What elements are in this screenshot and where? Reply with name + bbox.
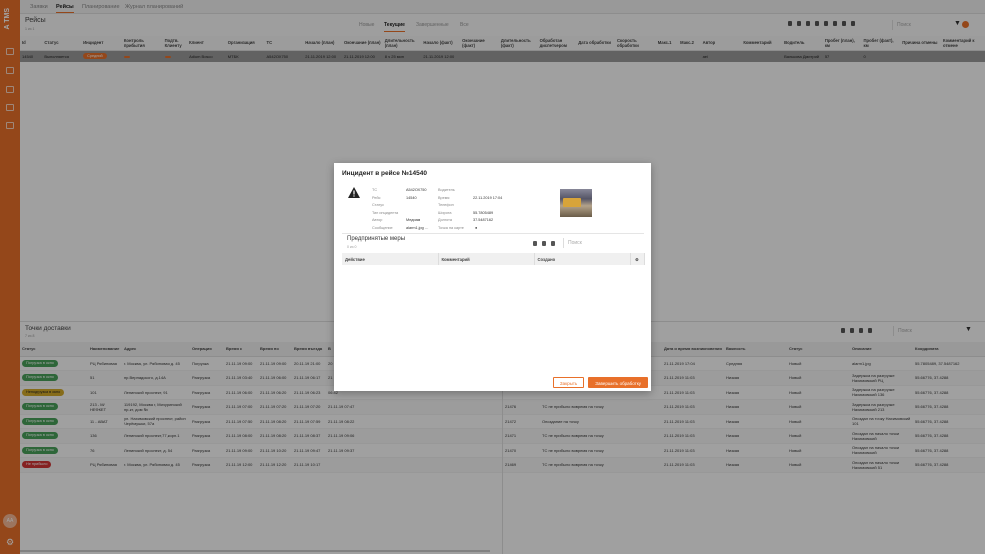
field-row: Рейс 14540 [372, 195, 417, 200]
field-value: 37.5487162 [473, 218, 494, 223]
measures-table: Действие Комментарий Создано ⚙ [342, 253, 645, 265]
column-comment[interactable]: Комментарий [438, 253, 535, 265]
field-value: Медиам [406, 218, 421, 223]
measures-search-input[interactable]: Поиск [563, 238, 623, 248]
field-label: Долгота [438, 218, 452, 223]
column-created[interactable]: Создано [534, 253, 631, 265]
field-row: Время 22.11.2019 17:04 [438, 195, 502, 200]
incident-photo[interactable] [560, 189, 592, 217]
field-label: ТС [372, 188, 378, 192]
close-button[interactable]: Закрыть [552, 377, 585, 388]
field-row: Широта 55.7805489 [438, 210, 493, 215]
field-row: Сообщение alarm1.jpg … [372, 226, 429, 230]
field-row: Точка на карте ● [438, 226, 477, 230]
map-pin-icon[interactable]: ● [475, 226, 477, 230]
field-value: 22.11.2019 17:04 [473, 195, 503, 200]
field-label: Широта [438, 210, 452, 215]
field-row: Тип инцидента [372, 211, 398, 215]
column-action[interactable]: Действие [342, 253, 439, 265]
field-label: Автор [372, 218, 383, 223]
field-value: 14540 [406, 195, 417, 200]
field-label: Время [438, 195, 450, 200]
modal-title: Инцидент в рейсе №14540 [342, 170, 427, 177]
field-value: alarm1.jpg … [406, 226, 429, 230]
divider [342, 233, 644, 234]
field-value: А542ОХ750 [406, 188, 427, 192]
field-value: 55.7805489 [473, 210, 494, 215]
field-label: Телефон [438, 203, 454, 208]
measures-title: Предпринятые меры [347, 236, 406, 242]
warning-icon [348, 187, 360, 198]
field-row: Долгота 37.5487162 [438, 218, 493, 223]
field-row: Статус [372, 203, 384, 207]
field-row: Водитель [438, 188, 455, 192]
field-label: Сообщение [372, 226, 393, 230]
field-label: Тип инцидента [372, 210, 399, 215]
field-row: Автор Медиам [372, 218, 420, 223]
field-label: Точка на карте [438, 226, 464, 230]
field-row: ТС А542ОХ750 [372, 188, 427, 192]
column-settings-gear-icon[interactable]: ⚙ [630, 253, 645, 265]
field-label: Статус [372, 203, 385, 208]
field-row: Телефон [438, 203, 454, 207]
add-document-icon[interactable] [533, 241, 537, 246]
search-icon[interactable] [551, 241, 555, 246]
field-label: Рейс [372, 195, 381, 200]
incident-modal: Инцидент в рейсе №14540 ТС А542ОХ750 Рейс 1… [334, 163, 651, 391]
measures-count: 0 из 0 [347, 245, 357, 249]
field-label: Водитель [438, 188, 455, 192]
finish-processing-button[interactable]: Завершить обработку [588, 377, 648, 388]
download-icon[interactable] [542, 241, 546, 246]
